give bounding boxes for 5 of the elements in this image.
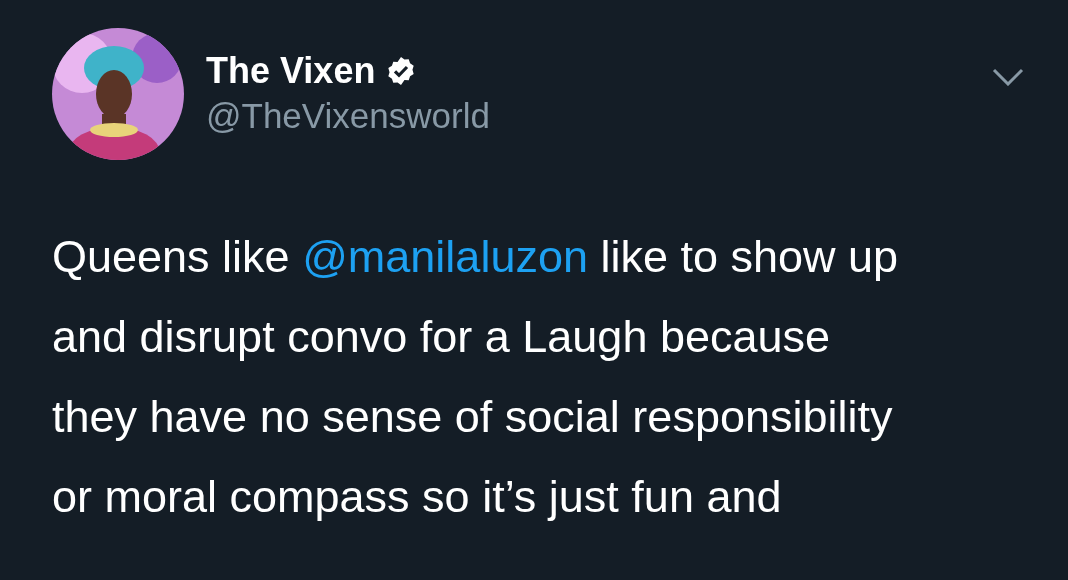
tweet-text: Queens like @manilaluzon like to show up and disrupt convo for a Laugh because they have no sense of social responsibility or moral compass so it’s just fun and [51,230,900,524]
mention-link[interactable]: @manilaluzon [302,231,588,282]
chevron-down-icon[interactable] [992,68,1024,86]
display-name: The Vixen [206,49,376,93]
user-handle: @TheVixensworld [206,95,490,137]
